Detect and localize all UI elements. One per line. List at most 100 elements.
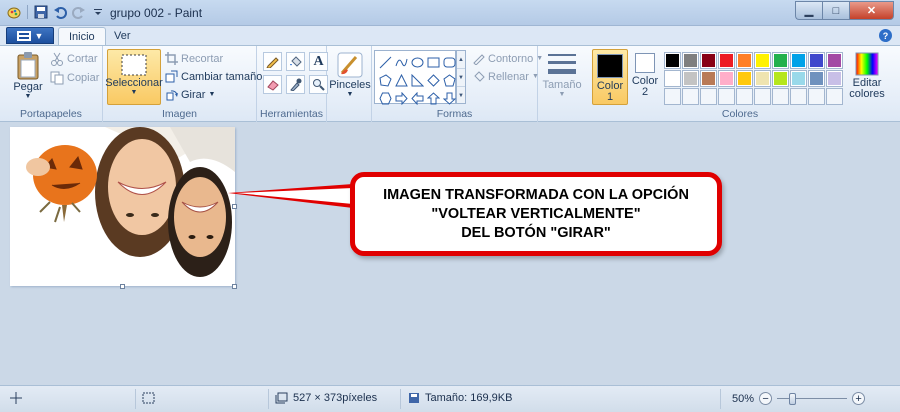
polygon-shape-icon[interactable]	[378, 73, 392, 88]
palette-swatch[interactable]	[754, 52, 771, 69]
zoom-in-button[interactable]: +	[852, 392, 866, 405]
palette-swatch[interactable]	[664, 70, 681, 87]
color1-button[interactable]: Color 1	[592, 49, 628, 105]
paste-label: Pegar	[13, 81, 43, 93]
copy-button[interactable]: Copiar	[50, 71, 99, 85]
palette-swatch[interactable]	[790, 70, 807, 87]
palette-swatch[interactable]	[826, 70, 843, 87]
customize-dropdown-icon[interactable]	[90, 4, 106, 20]
resize-button[interactable]: Cambiar tamaño	[165, 70, 262, 83]
oval-shape-icon[interactable]	[410, 55, 424, 70]
palette-swatch-empty[interactable]	[790, 88, 807, 105]
resize-handle-bottom[interactable]	[120, 284, 125, 289]
up-arrow-shape-icon[interactable]	[426, 91, 440, 106]
undo-icon[interactable]	[52, 4, 68, 20]
triangle-shape-icon[interactable]	[394, 73, 408, 88]
divider	[27, 5, 28, 19]
outline-button[interactable]: Contorno ▼	[472, 52, 543, 65]
palette-swatch[interactable]	[682, 70, 699, 87]
tab-inicio[interactable]: Inicio	[58, 27, 106, 45]
swatch-color	[792, 54, 805, 67]
cut-button[interactable]: Cortar	[50, 52, 98, 66]
zoom-slider[interactable]	[777, 392, 848, 405]
left-arrow-shape-icon[interactable]	[410, 91, 424, 106]
brushes-button[interactable]: Pinceles ▼	[329, 51, 371, 99]
scroll-up-icon[interactable]: ▲	[457, 51, 465, 69]
palette-swatch[interactable]	[736, 52, 753, 69]
edit-colors-button[interactable]: Editar colores	[846, 52, 888, 100]
crop-button[interactable]: Recortar	[165, 52, 223, 65]
palette-swatch[interactable]	[808, 70, 825, 87]
swatch-color	[810, 72, 823, 85]
eraser-icon[interactable]	[263, 75, 282, 94]
palette-swatch-empty[interactable]	[700, 88, 717, 105]
diamond-shape-icon[interactable]	[426, 73, 440, 88]
pentagon-shape-icon[interactable]	[442, 73, 456, 88]
magnifier-icon[interactable]	[309, 75, 328, 94]
palette-swatch[interactable]	[682, 52, 699, 69]
fill-bucket-icon[interactable]	[286, 52, 305, 71]
down-arrow-shape-icon[interactable]	[442, 91, 456, 106]
right-arrow-shape-icon[interactable]	[394, 91, 408, 106]
paste-button[interactable]: Pegar ▼	[10, 51, 46, 101]
zoom-out-button[interactable]: −	[759, 392, 773, 405]
shapes-scrollbar[interactable]: ▲ ▼ ▼	[456, 50, 466, 104]
palette-swatch-empty[interactable]	[826, 88, 843, 105]
cursor-position	[10, 392, 22, 404]
save-icon[interactable]	[33, 4, 49, 20]
image-canvas[interactable]	[10, 127, 235, 286]
curve-shape-icon[interactable]	[394, 55, 408, 70]
fill-button[interactable]: Rellenar ▼	[472, 70, 539, 83]
zoom-slider-thumb[interactable]	[789, 393, 797, 405]
color2-button[interactable]: Color 2	[630, 53, 660, 98]
rotate-label: Girar	[181, 88, 206, 101]
tab-ver[interactable]: Ver	[104, 27, 141, 45]
size-button[interactable]: Tamaño ▼	[542, 54, 582, 99]
rotate-button[interactable]: Girar ▼	[165, 88, 215, 101]
palette-swatch[interactable]	[808, 52, 825, 69]
palette-swatch-empty[interactable]	[772, 88, 789, 105]
palette-swatch[interactable]	[718, 52, 735, 69]
minimize-button[interactable]: ▁	[795, 1, 822, 20]
line-shape-icon[interactable]	[378, 55, 392, 70]
palette-swatch[interactable]	[700, 52, 717, 69]
palette-swatch[interactable]	[772, 52, 789, 69]
palette-swatch[interactable]	[736, 70, 753, 87]
palette-swatch[interactable]	[718, 70, 735, 87]
hexagon-shape-icon[interactable]	[378, 91, 392, 106]
palette-swatch[interactable]	[772, 70, 789, 87]
color-palette	[664, 52, 843, 105]
palette-swatch[interactable]	[790, 52, 807, 69]
paint-app-icon[interactable]	[6, 4, 22, 20]
redo-icon[interactable]	[71, 4, 87, 20]
rectangle-shape-icon[interactable]	[426, 55, 440, 70]
palette-swatch[interactable]	[664, 52, 681, 69]
rotate-icon	[166, 90, 178, 101]
pencil-icon[interactable]	[263, 52, 282, 71]
crop-icon	[165, 52, 178, 65]
select-button[interactable]: Seleccionar ▼	[105, 49, 163, 105]
palette-swatch-empty[interactable]	[718, 88, 735, 105]
palette-swatch[interactable]	[826, 52, 843, 69]
palette-swatch-empty[interactable]	[664, 88, 681, 105]
size-label: Tamaño	[542, 79, 582, 91]
scroll-down-icon[interactable]: ▼	[457, 69, 465, 87]
palette-swatch-empty[interactable]	[754, 88, 771, 105]
callout-line-3: DEL BOTÓN "GIRAR"	[461, 224, 611, 241]
swatch-color	[792, 72, 805, 85]
palette-swatch-empty[interactable]	[736, 88, 753, 105]
right-triangle-shape-icon[interactable]	[410, 73, 424, 88]
palette-swatch-empty[interactable]	[808, 88, 825, 105]
palette-swatch[interactable]	[700, 70, 717, 87]
help-icon[interactable]: ?	[879, 29, 892, 42]
palette-swatch-empty[interactable]	[682, 88, 699, 105]
more-shapes-icon[interactable]: ▼	[457, 87, 465, 105]
rounded-rectangle-shape-icon[interactable]	[442, 55, 456, 70]
text-icon[interactable]: A	[309, 52, 328, 71]
color-picker-icon[interactable]	[286, 75, 305, 94]
close-button[interactable]: ✕	[849, 1, 894, 20]
palette-swatch[interactable]	[754, 70, 771, 87]
paint-menu-button[interactable]: ▼	[6, 27, 54, 44]
maximize-button[interactable]: □	[822, 1, 849, 20]
resize-handle-corner[interactable]	[232, 284, 237, 289]
